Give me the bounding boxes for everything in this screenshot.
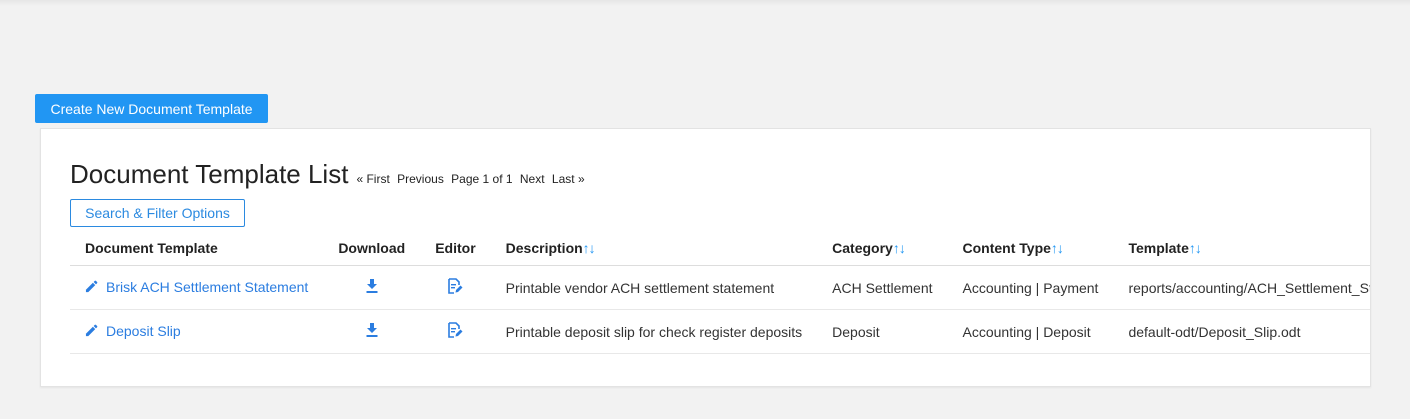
pager-page-info: Page 1 of 1	[451, 172, 513, 186]
template-cell: reports/accounting/ACH_Settlement_Statem…	[1113, 265, 1370, 310]
document-template-list-panel: Document Template List « First Previous …	[40, 128, 1371, 387]
pager-last-link[interactable]: Last »	[552, 172, 585, 186]
document-template-link[interactable]: Brisk ACH Settlement Statement	[106, 279, 308, 295]
editor-cell	[420, 309, 491, 354]
download-cell	[323, 265, 421, 310]
pager-first-link[interactable]: « First	[356, 172, 389, 186]
create-document-template-button[interactable]: Create New Document Template	[35, 94, 268, 123]
document-template-table: Document Template Download Editor Descri…	[70, 230, 1370, 354]
description-cell: Printable deposit slip for check registe…	[490, 309, 818, 354]
table-header-row: Document Template Download Editor Descri…	[70, 230, 1370, 266]
column-header-label: Download	[338, 239, 406, 256]
editor-cell	[420, 265, 491, 310]
column-header-label: Editor	[435, 239, 476, 256]
column-header-label: Document Template	[85, 239, 218, 256]
download-icon[interactable]	[366, 323, 378, 340]
sort-description-icon[interactable]: ↑↓	[583, 240, 596, 256]
category-cell: Deposit	[817, 309, 948, 354]
edit-document-icon[interactable]	[447, 278, 463, 297]
column-header-template: Template↑↓	[1113, 230, 1370, 266]
category-cell: ACH Settlement	[817, 265, 948, 310]
download-icon[interactable]	[366, 279, 378, 296]
page-title: Document Template List	[70, 159, 349, 189]
description-cell: Printable vendor ACH settlement statemen…	[490, 265, 818, 310]
column-header-download: Download	[323, 230, 421, 266]
pencil-icon[interactable]	[85, 324, 98, 340]
column-header-description: Description↑↓	[490, 230, 818, 266]
content-type-cell: Accounting | Deposit	[947, 309, 1114, 354]
pager-next-link[interactable]: Next	[520, 172, 545, 186]
top-bar-shadow	[0, 0, 1410, 6]
edit-document-icon[interactable]	[447, 322, 463, 341]
column-header-document-template: Document Template	[70, 230, 324, 266]
template-cell: default-odt/Deposit_Slip.odt	[1113, 309, 1370, 354]
table-row: Brisk ACH Settlement Statement Printable…	[70, 265, 1370, 310]
column-header-content-type: Content Type↑↓	[947, 230, 1114, 266]
table-row: Deposit Slip Printable deposit slip for …	[70, 309, 1370, 354]
sort-template-icon[interactable]: ↑↓	[1189, 240, 1202, 256]
document-template-cell: Deposit Slip	[70, 309, 324, 354]
download-cell	[323, 309, 421, 354]
column-header-label: Template	[1128, 239, 1189, 256]
column-header-label: Category	[832, 239, 893, 256]
column-header-label: Content Type	[962, 239, 1051, 256]
column-header-category: Category↑↓	[817, 230, 948, 266]
sort-category-icon[interactable]: ↑↓	[893, 240, 906, 256]
pager-previous-link[interactable]: Previous	[397, 172, 444, 186]
pagination: « First Previous Page 1 of 1 Next Last »	[356, 172, 588, 186]
column-header-editor: Editor	[420, 230, 491, 266]
document-template-cell: Brisk ACH Settlement Statement	[70, 265, 324, 310]
sort-content-type-icon[interactable]: ↑↓	[1051, 240, 1064, 256]
column-header-label: Description	[505, 239, 583, 256]
pencil-icon[interactable]	[85, 280, 98, 296]
search-filter-options-button[interactable]: Search & Filter Options	[70, 199, 245, 227]
list-header: Document Template List « First Previous …	[70, 159, 589, 190]
document-template-link[interactable]: Deposit Slip	[106, 323, 181, 339]
content-type-cell: Accounting | Payment	[947, 265, 1114, 310]
